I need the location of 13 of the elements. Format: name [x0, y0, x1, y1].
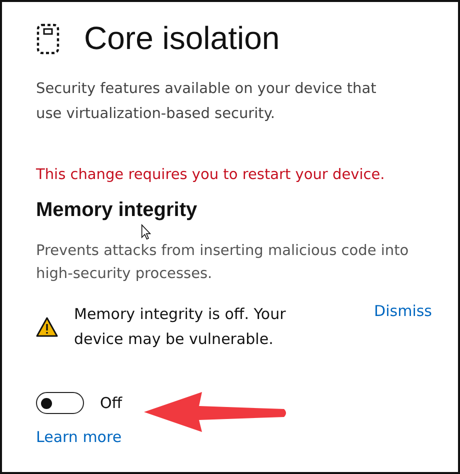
- restart-notice: This change requires you to restart your device.: [36, 167, 386, 183]
- section-description: Prevents attacks from inserting malicious code into high-security processes.: [36, 242, 410, 284]
- dismiss-link[interactable]: Dismiss: [374, 302, 432, 320]
- warning-icon: [36, 317, 58, 337]
- toggle-switch[interactable]: [36, 392, 84, 414]
- learn-more-link[interactable]: Learn more: [36, 428, 122, 446]
- warning-message: Memory integrity is off. Your device may be vulnerable.: [74, 304, 287, 350]
- page-description: Security features available on your device that use virtualization-based security.: [36, 80, 378, 124]
- page-title: Core isolation: [84, 20, 280, 57]
- mouse-cursor-icon: [141, 224, 151, 240]
- section-heading: Memory integrity: [36, 199, 198, 222]
- toggle-label: Off: [100, 394, 122, 412]
- device-outline-icon: [36, 22, 60, 54]
